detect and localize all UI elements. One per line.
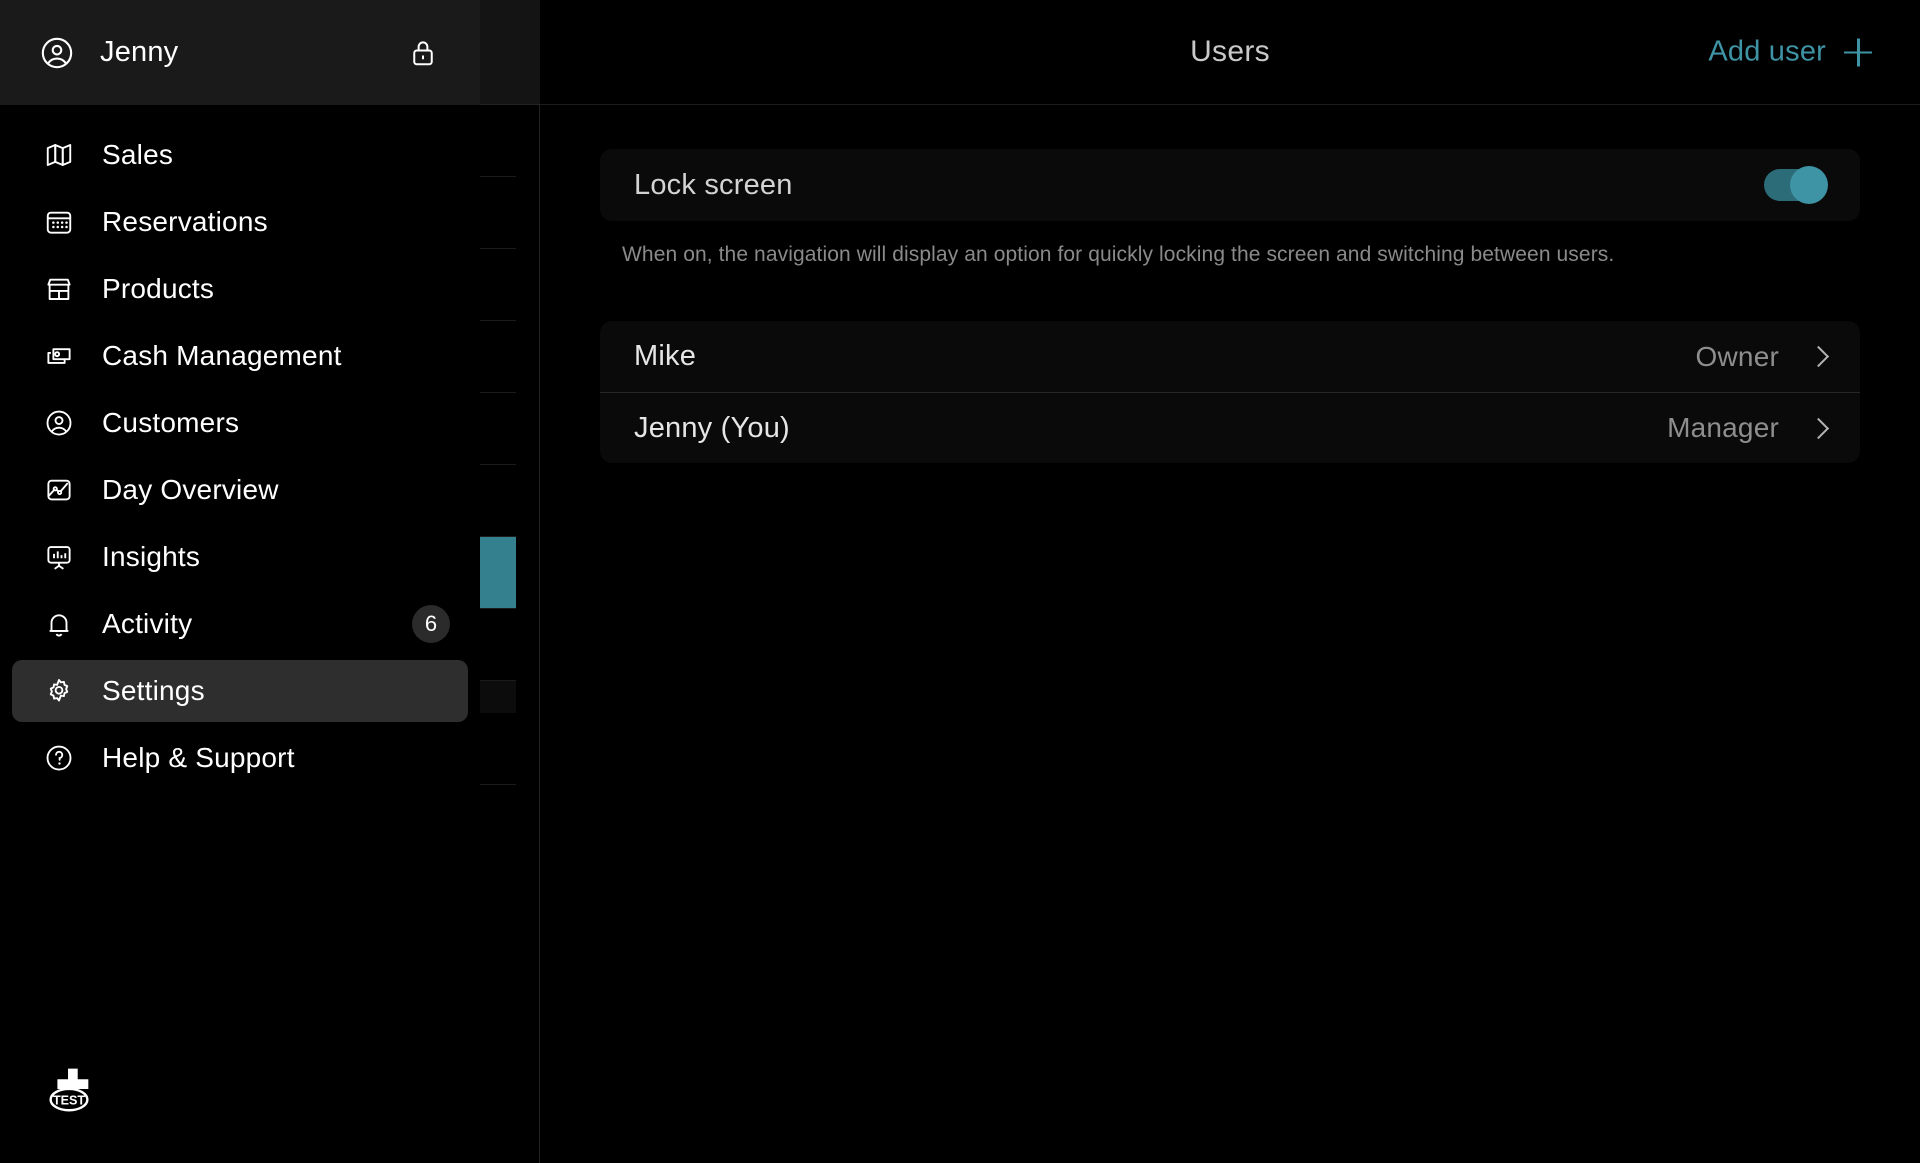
content-divider (539, 105, 540, 1163)
sidebar-item-settings[interactable]: Settings (12, 660, 468, 722)
user-circle-icon (42, 406, 76, 440)
plus-icon (1844, 38, 1872, 66)
profile-header[interactable]: Jenny (0, 0, 480, 105)
status-badge: 6 (412, 605, 450, 643)
sidebar-item-help-support[interactable]: Help & Support (12, 727, 468, 789)
sidebar-item-cash-management[interactable]: Cash Management (12, 325, 468, 387)
brand-logo-icon: TEST (49, 1068, 89, 1112)
users-list: Mike Owner Jenny (You) Manager (600, 321, 1860, 463)
sidebar-item-label: Customers (102, 407, 240, 438)
sidebar-item-day-overview[interactable]: Day Overview (12, 459, 468, 521)
sidebar-item-label: Activity (102, 608, 193, 639)
page-header: Users Add user (540, 0, 1920, 105)
brand-badge-text: TEST (53, 1093, 85, 1107)
sidebar-item-label: Day Overview (102, 474, 279, 505)
user-role: Manager (1667, 412, 1779, 443)
storefront-icon (42, 272, 76, 306)
page-title: Users (1190, 35, 1270, 68)
lock-screen-toggle[interactable] (1764, 166, 1828, 204)
add-user-label: Add user (1708, 35, 1826, 68)
content-pane: Users Add user Lock screen When on, the … (540, 0, 1920, 1163)
bell-icon (42, 607, 76, 641)
navigation-drawer: Jenny Sales Reservations Products Cash M… (0, 0, 480, 1163)
user-role: Owner (1695, 340, 1779, 372)
sidebar-item-insights[interactable]: Insights (12, 526, 468, 588)
settings-panel: Lock screen When on, the navigation will… (540, 105, 1920, 463)
calendar-icon (42, 205, 76, 239)
brand-logo: TEST (0, 1013, 480, 1163)
sidebar-item-label: Products (102, 273, 215, 304)
sidebar-item-label: Settings (102, 675, 205, 706)
sidebar-item-label: Sales (102, 139, 174, 170)
lock-icon[interactable] (410, 38, 436, 68)
sidebar-item-products[interactable]: Products (12, 258, 468, 320)
sidebar-item-label: Cash Management (102, 340, 342, 371)
sidebar-item-reservations[interactable]: Reservations (12, 191, 468, 253)
map-icon (42, 138, 76, 172)
lock-screen-label: Lock screen (634, 168, 793, 201)
chevron-right-icon (1807, 345, 1830, 368)
navigation-list: Sales Reservations Products Cash Managem… (0, 105, 480, 1013)
table-row[interactable]: Jenny (You) Manager (600, 392, 1860, 463)
sidebar-item-label: Insights (102, 541, 201, 572)
user-circle-icon (40, 36, 74, 70)
add-user-button[interactable]: Add user (1708, 36, 1872, 69)
profile-name: Jenny (100, 36, 179, 68)
toggle-knob (1790, 166, 1828, 204)
gear-icon (42, 674, 76, 708)
chevron-right-icon (1807, 417, 1830, 439)
user-name: Mike (634, 340, 697, 372)
lock-screen-card: Lock screen (600, 149, 1860, 221)
sidebar-item-label: Reservations (102, 206, 268, 237)
sidebar-item-label: Help & Support (102, 742, 295, 773)
app-screen: Users Add user Lock screen When on, the … (0, 0, 1920, 1163)
sidebar-item-sales[interactable]: Sales (12, 124, 468, 186)
user-name: Jenny (You) (634, 411, 790, 444)
lock-screen-helper-text: When on, the navigation will display an … (622, 243, 1615, 266)
question-circle-icon (42, 741, 76, 775)
table-row[interactable]: Mike Owner (600, 321, 1860, 392)
chart-image-icon (42, 473, 76, 507)
presentation-chart-icon (42, 540, 76, 574)
sidebar-item-activity[interactable]: Activity 6 (12, 593, 468, 655)
sidebar-item-customers[interactable]: Customers (12, 392, 468, 454)
cash-stack-icon (42, 339, 76, 373)
